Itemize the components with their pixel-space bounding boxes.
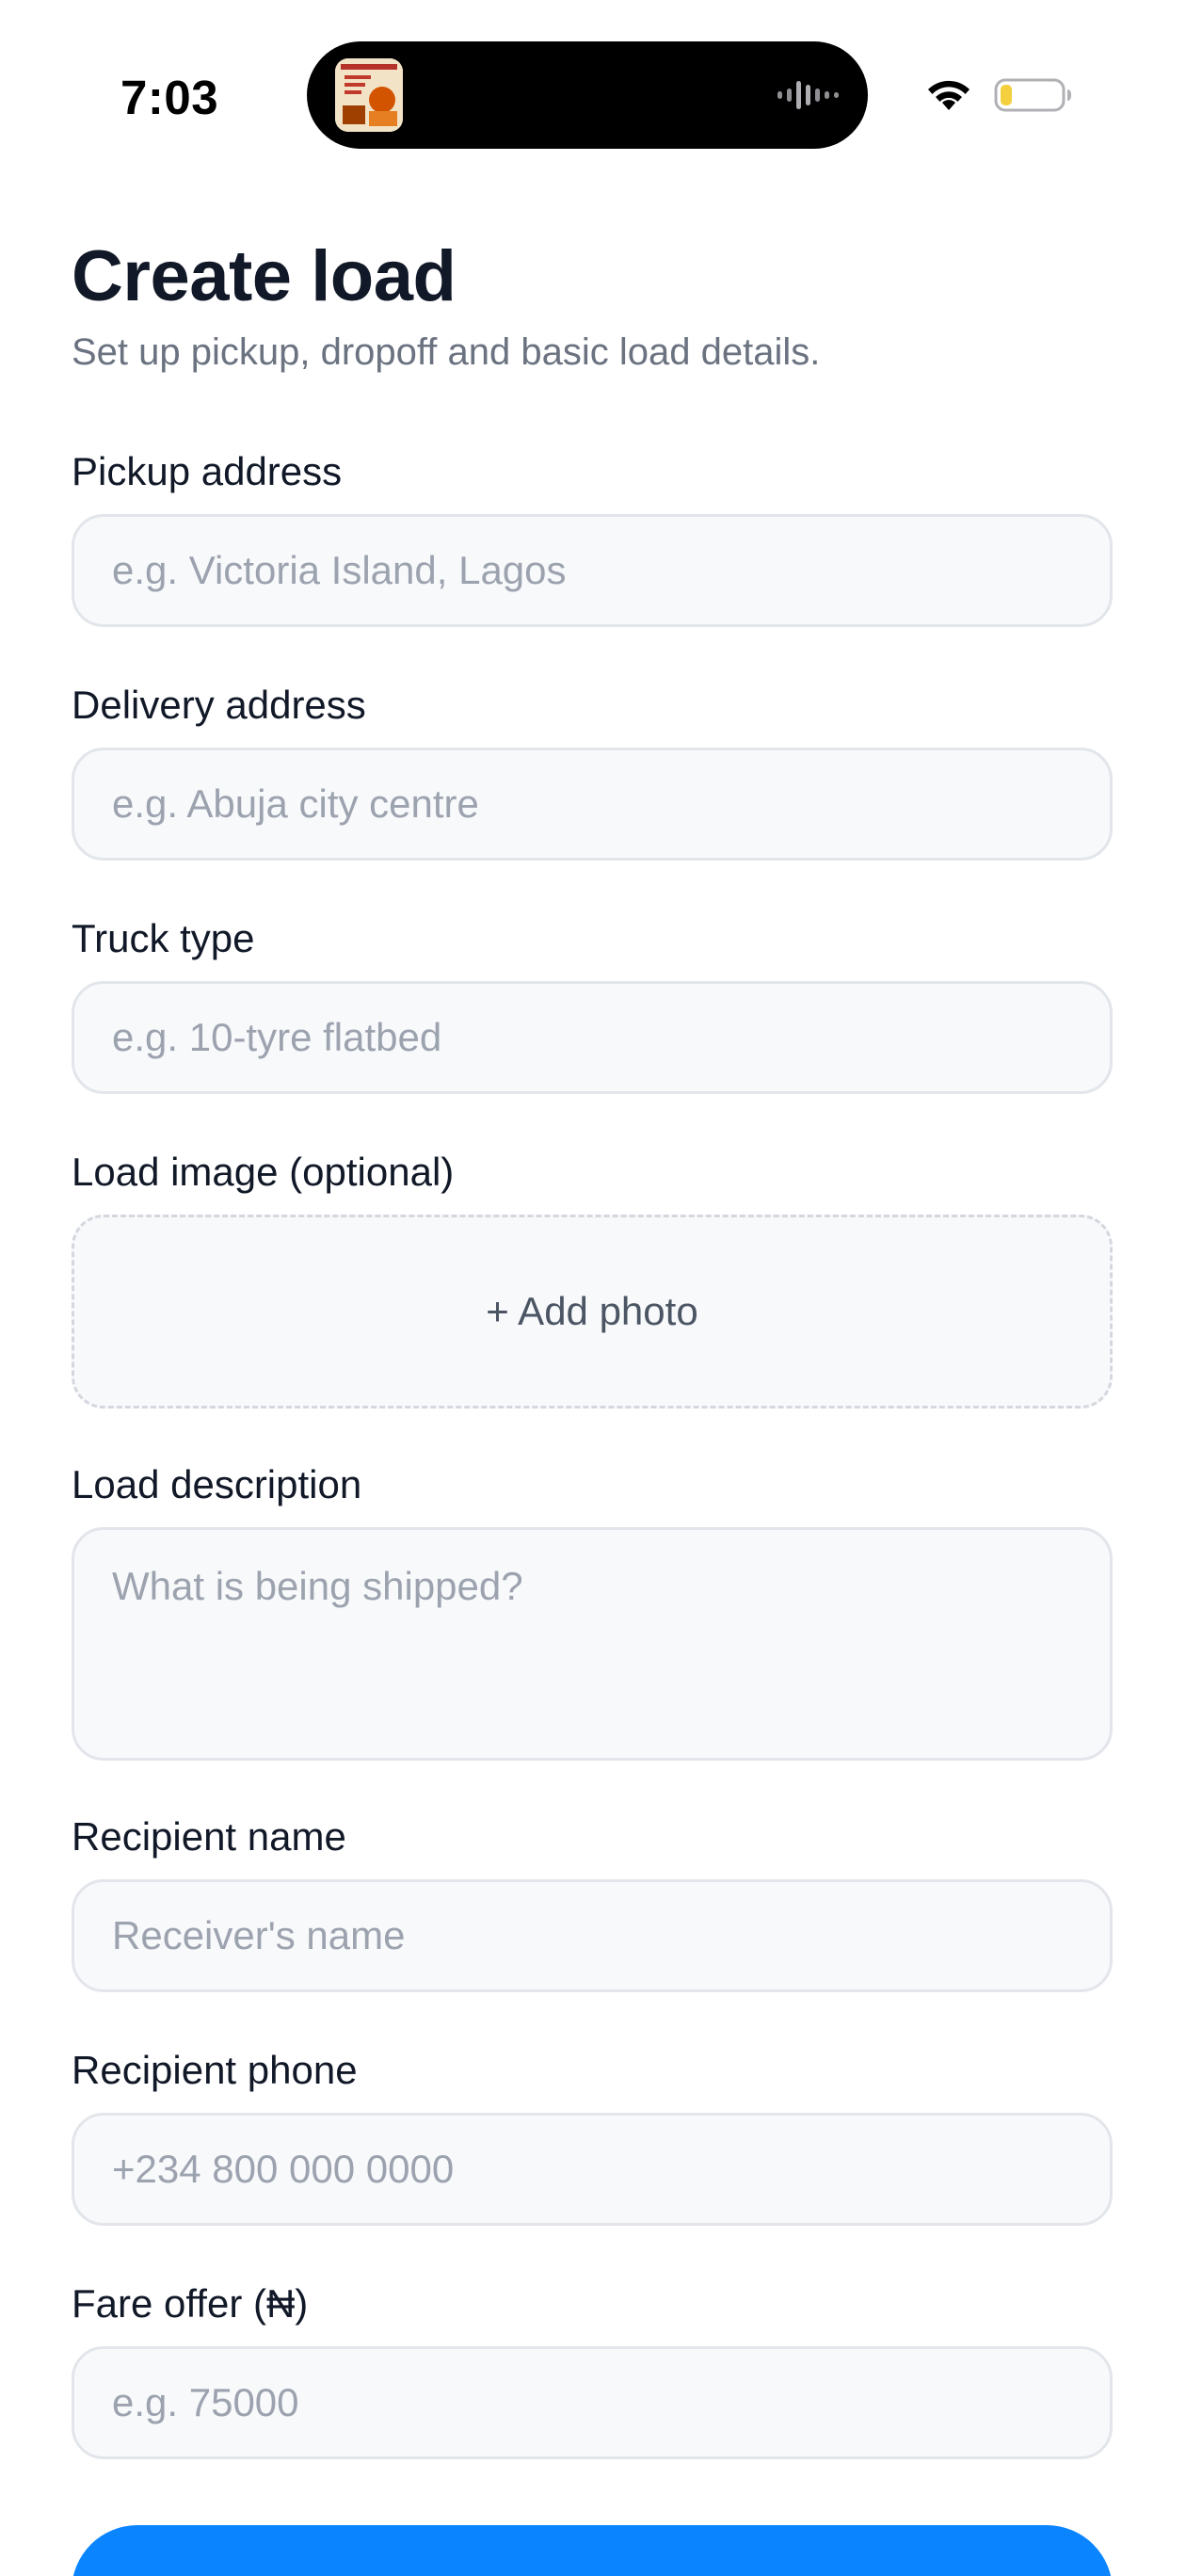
delivery-address-label: Delivery address xyxy=(72,683,366,727)
truck-type-label: Truck type xyxy=(72,916,255,960)
recipient-name-input[interactable] xyxy=(72,1879,1113,1992)
pickup-address-label: Pickup address xyxy=(72,449,343,493)
add-photo-button[interactable]: + Add photo xyxy=(72,1215,1113,1409)
delivery-address-input[interactable] xyxy=(72,748,1113,861)
load-description-input[interactable] xyxy=(72,1527,1113,1761)
status-icons xyxy=(924,72,1073,119)
audio-wave-icon xyxy=(776,77,841,113)
status-bar: 7:03 xyxy=(0,0,1186,169)
now-playing-thumbnail[interactable] xyxy=(335,58,403,132)
fare-offer-label: Fare offer (₦) xyxy=(72,2281,309,2326)
wifi-icon xyxy=(924,76,973,114)
truck-type-input[interactable] xyxy=(72,981,1113,1094)
fare-offer-input[interactable] xyxy=(72,2346,1113,2459)
create-load-submit-button[interactable] xyxy=(72,2525,1113,2576)
page-subtitle: Set up pickup, dropoff and basic load de… xyxy=(72,331,821,373)
recipient-phone-input[interactable] xyxy=(72,2113,1113,2226)
create-load-screen: 7:03 Create load Set up pickup, dropoff … xyxy=(0,0,1186,2576)
load-image-label: Load image (optional) xyxy=(72,1150,455,1194)
recipient-phone-label: Recipient phone xyxy=(72,2048,358,2092)
battery-icon xyxy=(994,76,1073,114)
recipient-name-label: Recipient name xyxy=(72,1814,346,1859)
pickup-address-input[interactable] xyxy=(72,514,1113,627)
load-description-label: Load description xyxy=(72,1462,362,1506)
status-time: 7:03 xyxy=(120,71,219,124)
add-photo-label: + Add photo xyxy=(486,1289,698,1333)
dynamic-island[interactable] xyxy=(307,41,868,149)
page-title: Create load xyxy=(72,236,457,316)
